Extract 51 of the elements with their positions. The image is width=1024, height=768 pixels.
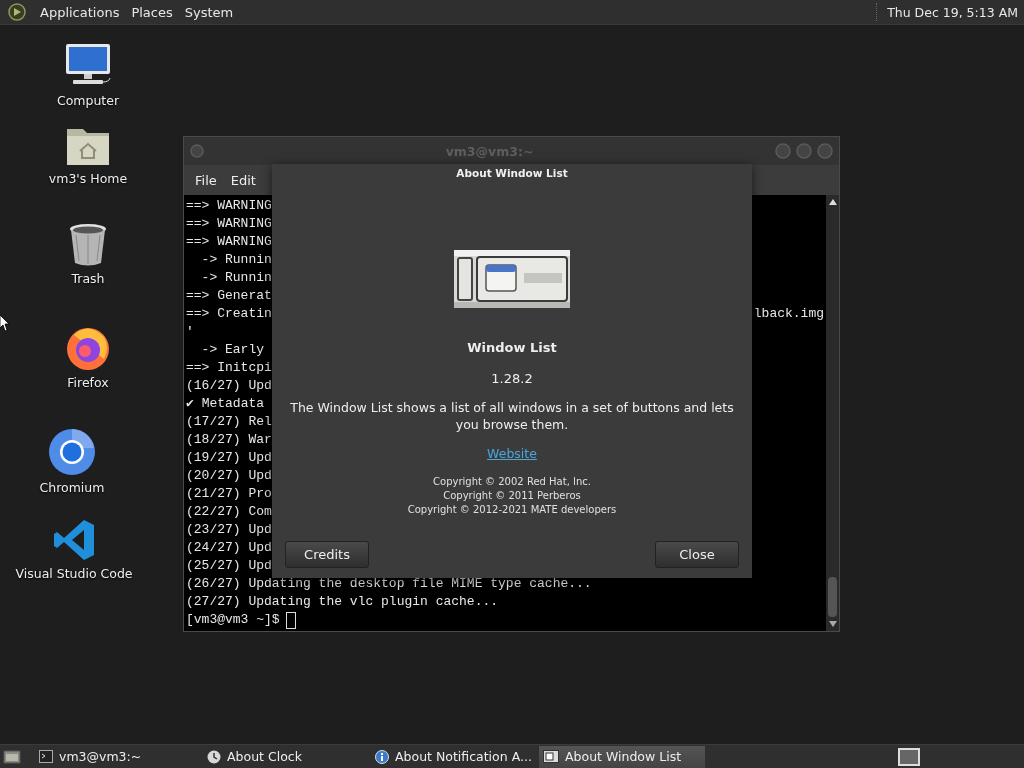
terminal-line: ✔ Metadata bbox=[186, 395, 265, 413]
terminal-line: (17/27) Rel bbox=[186, 413, 272, 431]
terminal-line: (23/27) Upd bbox=[186, 521, 272, 539]
icon-label[interactable]: vm3's Home bbox=[48, 171, 128, 186]
panel-menu[interactable]: Places bbox=[125, 4, 179, 20]
copyright-text: Copyright © 2012-2021 MATE developers bbox=[407, 503, 617, 517]
menu-item[interactable]: File bbox=[188, 172, 224, 188]
icon-label[interactable]: Firefox bbox=[67, 375, 109, 390]
terminal-line: ==> Generat bbox=[186, 287, 272, 305]
terminal-prompt: [vm3@vm3 ~]$ bbox=[186, 611, 280, 629]
app-name: Window List bbox=[467, 340, 557, 355]
terminal-line: (19/27) Upd bbox=[186, 449, 272, 467]
copyright-text: Copyright © 2002 Red Hat, Inc. bbox=[432, 475, 592, 489]
clock[interactable]: Thu Dec 19, 5:13 AM bbox=[887, 4, 1018, 20]
panel-menu[interactable]: System bbox=[178, 4, 240, 20]
terminal-line: -> Runnin bbox=[200, 269, 272, 287]
close-button[interactable]: Close bbox=[655, 541, 739, 568]
terminal-line: (27/27) Updating the vlc plugin cache... bbox=[186, 593, 499, 611]
terminal-line: (22/27) Com bbox=[186, 503, 272, 521]
taskbar-button[interactable]: About Clock bbox=[203, 745, 369, 768]
terminal-line: ' bbox=[186, 323, 194, 341]
terminal-line: -> Runnin bbox=[200, 251, 272, 269]
credits-button[interactable]: Credits bbox=[285, 541, 369, 568]
version-number: 1.28.2 bbox=[491, 371, 533, 386]
terminal-line: (16/27) Upd bbox=[186, 377, 272, 395]
icon-label[interactable]: Visual Studio Code bbox=[15, 566, 133, 581]
terminal-line: (20/27) Upd bbox=[186, 467, 272, 485]
copyright-text: Copyright © 2011 Perberos bbox=[442, 489, 582, 503]
terminal-line: ==> WARNING bbox=[186, 197, 272, 215]
terminal-line: ==> WARNING bbox=[186, 215, 272, 233]
taskbar-button[interactable]: vm3@vm3:~ bbox=[35, 745, 201, 768]
terminal-line: (26/27) Updating the desktop file MIME type cache... bbox=[186, 575, 592, 593]
icon-label[interactable]: Computer bbox=[56, 93, 120, 108]
terminal-line: (25/27) Upd bbox=[186, 557, 272, 575]
terminal-line: (21/27) Pro bbox=[186, 485, 272, 503]
dialog-title: About Window List bbox=[455, 166, 569, 181]
terminal-line: (18/27) War bbox=[186, 431, 272, 449]
website-link[interactable]: Website bbox=[487, 446, 537, 461]
terminal-line: ==> WARNING bbox=[186, 233, 272, 251]
icon-label[interactable]: Chromium bbox=[39, 480, 105, 495]
terminal-line: ==> Creatin bbox=[186, 305, 272, 323]
icon-label[interactable]: Trash bbox=[71, 271, 105, 286]
menu-item[interactable]: Edit bbox=[223, 172, 263, 188]
terminal-line: lback.img bbox=[753, 305, 824, 323]
terminal-line: ==> Initcpi bbox=[186, 359, 272, 377]
panel-menu[interactable]: Applications bbox=[34, 4, 126, 20]
terminal-line: -> Early bbox=[200, 341, 264, 359]
terminal-line: (24/27) Upd bbox=[186, 539, 272, 557]
taskbar-button[interactable]: About Notification A... bbox=[371, 745, 537, 768]
app-description: The Window List shows a list of all windows in a set of buttons and lets you browse them. bbox=[289, 399, 735, 433]
taskbar-button[interactable]: About Window List bbox=[539, 745, 705, 768]
